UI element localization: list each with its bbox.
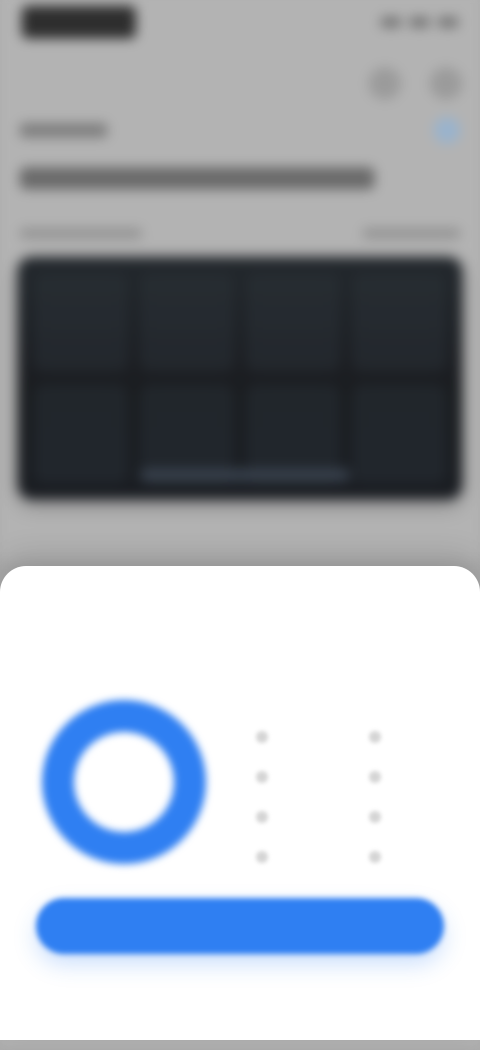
legend-item <box>256 762 341 792</box>
background-headline <box>19 167 375 190</box>
legend-swatch <box>256 771 268 783</box>
legend-item <box>369 762 454 792</box>
legend-item <box>256 802 341 832</box>
primary-action-button[interactable] <box>36 898 444 954</box>
share-icon[interactable] <box>368 67 402 100</box>
dark-card-cell <box>352 384 447 484</box>
app-logo <box>21 5 136 39</box>
dark-card-cell <box>33 384 128 484</box>
dark-card-cell <box>140 273 234 373</box>
dark-media-card[interactable] <box>17 256 463 500</box>
status-bar <box>0 0 480 61</box>
dark-card-footer <box>140 469 351 482</box>
background-meta-right <box>362 228 461 239</box>
legend-swatch <box>369 731 381 743</box>
dark-card-grid <box>18 257 463 500</box>
legend-swatch <box>256 731 268 743</box>
more-icon[interactable] <box>429 67 463 100</box>
donut-legend <box>256 722 454 872</box>
background-title-row <box>19 117 461 144</box>
top-actions <box>340 63 463 104</box>
legend-swatch <box>256 851 268 863</box>
wifi-icon <box>409 17 430 28</box>
legend-item <box>369 842 454 872</box>
bottom-sheet <box>0 566 480 1040</box>
dark-card-cell <box>33 273 128 373</box>
storage-donut <box>36 694 212 870</box>
legend-item <box>256 722 341 752</box>
background-small-title <box>19 123 108 138</box>
legend-swatch <box>369 811 381 823</box>
legend-item <box>369 722 454 752</box>
background-meta-left <box>19 228 143 239</box>
legend-item <box>369 802 454 832</box>
dark-card-cell <box>352 273 447 373</box>
dark-card-cell <box>246 273 340 373</box>
status-icons <box>352 14 459 30</box>
battery-icon <box>437 17 459 28</box>
donut-hole <box>84 742 164 822</box>
info-icon[interactable] <box>433 117 461 144</box>
legend-swatch <box>256 811 268 823</box>
legend-swatch <box>369 771 381 783</box>
legend-item <box>256 842 341 872</box>
legend-swatch <box>369 851 381 863</box>
donut-svg <box>42 700 206 864</box>
signal-icon <box>380 17 402 28</box>
background-meta <box>19 228 461 240</box>
